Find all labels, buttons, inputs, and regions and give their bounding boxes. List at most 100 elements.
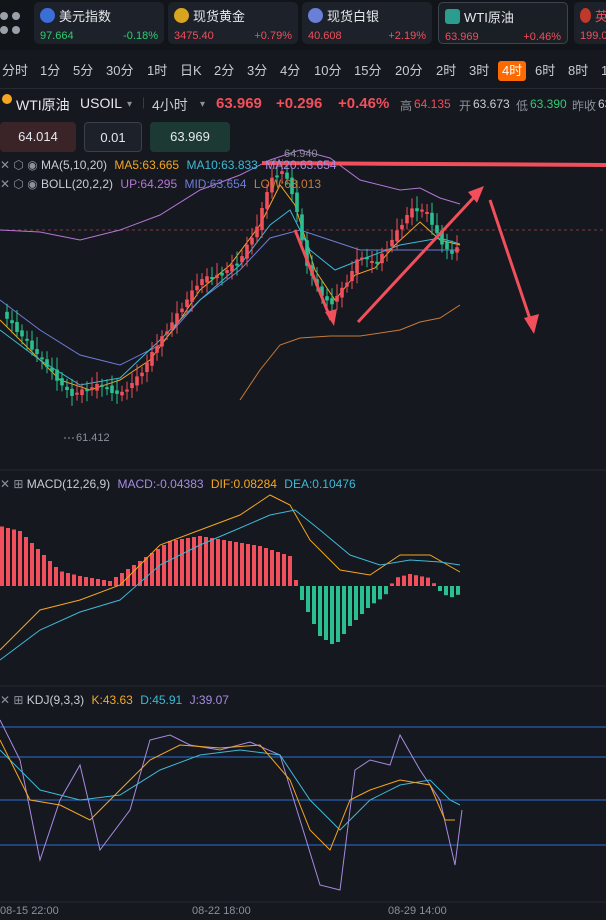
- boll-label: BOLL(20,2,2): [41, 177, 114, 191]
- macd-bar: [414, 575, 418, 586]
- macd-bar: [186, 538, 190, 586]
- boll-lower-line: [239, 304, 461, 401]
- macd-bar: [180, 539, 184, 586]
- candle-body: [215, 274, 219, 279]
- macd-bar: [204, 537, 208, 586]
- macd-bar: [396, 577, 400, 586]
- macd-bar: [420, 576, 424, 586]
- boll-up-value: UP:64.295: [120, 177, 178, 191]
- macd-bar: [90, 578, 94, 586]
- macd-bar: [372, 586, 376, 604]
- macd-bar: [378, 586, 382, 600]
- macd-bar: [354, 586, 358, 620]
- ma20-value: MA20:63.654: [265, 158, 337, 172]
- macd-bar: [276, 552, 280, 586]
- candle-body: [360, 257, 364, 260]
- candle-body: [430, 212, 434, 225]
- macd-bar: [240, 543, 244, 586]
- candle-body: [190, 290, 194, 302]
- candle-body: [195, 285, 199, 291]
- price-chart[interactable]: [0, 0, 606, 920]
- candle-body: [65, 386, 69, 391]
- candle-body: [110, 385, 114, 393]
- candle-body: [420, 209, 424, 212]
- macd-bar: [342, 586, 346, 634]
- settings-icon[interactable]: ⬡: [13, 158, 27, 172]
- candle-body: [445, 241, 449, 250]
- macd-bar: [108, 581, 112, 586]
- candle-body: [220, 272, 224, 276]
- candle-body: [345, 282, 349, 287]
- macd-bar: [366, 586, 370, 608]
- ma10-line: [0, 209, 461, 386]
- macd-bar: [270, 550, 274, 586]
- macd-bar: [252, 545, 256, 586]
- d-value: D:45.91: [140, 693, 183, 707]
- macd-bar: [24, 537, 28, 586]
- macd-bar: [12, 529, 16, 586]
- candle-body: [300, 214, 304, 241]
- macd-bar: [306, 586, 310, 612]
- candle-body: [250, 237, 254, 245]
- candle-body: [125, 389, 129, 392]
- candle-body: [205, 276, 209, 283]
- candle-body: [365, 256, 369, 260]
- macd-bar: [246, 544, 250, 586]
- macd-bar: [114, 577, 118, 586]
- candle-body: [50, 367, 54, 372]
- candle-body: [40, 357, 44, 360]
- candle-body: [70, 388, 74, 396]
- close-icon[interactable]: ✕: [0, 693, 13, 707]
- candle-body: [245, 244, 249, 259]
- candle-body: [60, 378, 64, 386]
- macd-bar: [432, 583, 436, 586]
- kdj-legend: ✕ ⊞ KDJ(9,3,3) K:43.63 D:45.91 J:39.07: [0, 693, 229, 707]
- candle-body: [135, 376, 139, 386]
- macd-legend: ✕ ⊞ MACD(12,26,9) MACD:-0.04383 DIF:0.08…: [0, 477, 356, 491]
- candle-body: [450, 250, 454, 254]
- candle-body: [25, 338, 29, 341]
- macd-bar: [264, 548, 268, 586]
- candle-body: [210, 277, 214, 280]
- macd-bar: [198, 536, 202, 586]
- eye-icon[interactable]: ◉: [27, 177, 41, 191]
- candle-body: [400, 224, 404, 230]
- candle-body: [165, 331, 169, 334]
- high-marker-label: 64.940: [284, 148, 318, 160]
- k-value: K:43.63: [91, 693, 133, 707]
- expand-icon[interactable]: ⊞: [13, 693, 26, 707]
- settings-icon[interactable]: ⬡: [13, 177, 27, 191]
- macd-bar: [78, 576, 82, 586]
- macd-bar: [60, 571, 64, 586]
- close-icon[interactable]: ✕: [0, 177, 13, 191]
- macd-bar: [66, 573, 70, 586]
- candle-body: [170, 322, 174, 329]
- eye-icon[interactable]: ◉: [27, 158, 41, 172]
- macd-bar: [258, 546, 262, 586]
- candle-body: [455, 247, 459, 253]
- candle-body: [425, 212, 429, 214]
- macd-bar: [402, 575, 406, 586]
- macd-bar: [216, 539, 220, 586]
- macd-bar: [96, 579, 100, 586]
- candle-body: [390, 239, 394, 247]
- candle-body: [150, 352, 154, 366]
- close-icon[interactable]: ✕: [0, 477, 13, 491]
- macd-bar: [336, 586, 340, 642]
- macd-bar: [102, 580, 106, 586]
- candle-body: [265, 192, 269, 209]
- expand-icon[interactable]: ⊞: [13, 477, 26, 491]
- annotation-arrow: [293, 229, 333, 321]
- macd-bar: [384, 586, 388, 595]
- close-icon[interactable]: ✕: [0, 158, 13, 172]
- macd-label: MACD(12,26,9): [26, 477, 111, 491]
- candle-body: [10, 320, 14, 324]
- candle-body: [350, 271, 354, 281]
- boll-legend: ✕ ⬡ ◉ BOLL(20,2,2) UP:64.295 MID:63.654 …: [0, 177, 321, 191]
- ma5-value: MA5:63.665: [114, 158, 180, 172]
- candle-body: [385, 249, 389, 252]
- candle-body: [20, 330, 24, 337]
- macd-bar: [42, 555, 46, 586]
- macd-bar: [174, 540, 178, 586]
- ma10-value: MA10:63.833: [186, 158, 258, 172]
